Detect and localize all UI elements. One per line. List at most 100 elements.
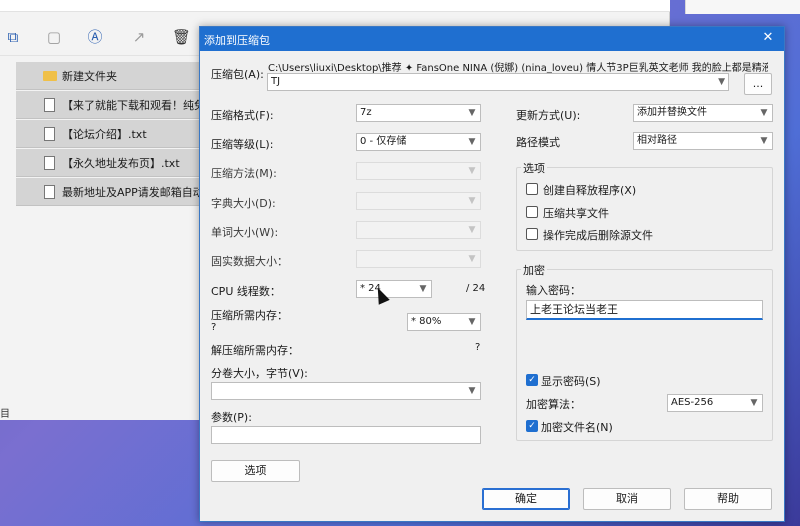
path-label: 路径模式 [516, 136, 560, 149]
options-group: 选项 创建自释放程序(X) 压缩共享文件 操作完成后删除源文件 [516, 160, 773, 251]
add-to-archive-dialog: 添加到压缩包 ✕ 压缩包(A): C:\Users\liuxi\Desktop\… [199, 26, 785, 522]
chevron-down-icon: ▼ [468, 166, 476, 176]
solid-label: 固实数据大小： [211, 255, 288, 268]
mem-decomp-label: 解压缩所需内存： [211, 344, 299, 357]
path-value: 相对路径 [637, 135, 677, 146]
word-select[interactable]: ▼ [356, 221, 481, 239]
mem-decomp-value: ? [475, 342, 481, 353]
chevron-down-icon: ▼ [468, 317, 476, 327]
volume-size-select[interactable]: ▼ [211, 382, 481, 400]
algo-value: AES-256 [671, 397, 714, 408]
dialog-titlebar[interactable]: 添加到压缩包 ✕ [200, 27, 784, 51]
chevron-down-icon: ▼ [760, 108, 768, 118]
chevron-down-icon: ▼ [419, 284, 427, 294]
help-button[interactable]: 帮助 [684, 488, 772, 510]
format-value: 7z [360, 107, 372, 118]
mem-percent-value: * 80% [411, 316, 442, 327]
file-icon [44, 185, 55, 199]
file-name: 【永久地址发布页】.txt [62, 156, 180, 170]
dialog-title: 添加到压缩包 [204, 34, 270, 47]
password-value: 上老王论坛当老王 [530, 303, 618, 316]
list-item[interactable]: 【来了就能下载和观看！纯免费 [16, 91, 206, 119]
background-window-edge [685, 0, 800, 14]
chevron-down-icon: ▼ [468, 254, 476, 264]
delete-after-checkbox[interactable] [526, 228, 538, 240]
mem-comp-label: 压缩所需内存： [211, 309, 288, 322]
copy-icon[interactable]: ⧉ [4, 28, 22, 46]
params-input[interactable] [211, 426, 481, 444]
explorer-title-strip [0, 0, 670, 12]
rename-icon[interactable]: Ⓐ [86, 28, 104, 46]
cpu-max: / 24 [466, 283, 486, 294]
update-value: 添加并替换文件 [637, 107, 707, 118]
chevron-down-icon: ▼ [750, 398, 758, 408]
delete-after-label: 操作完成后删除源文件 [543, 229, 653, 242]
method-select[interactable]: ▼ [356, 162, 481, 180]
sfx-label: 创建自释放程序(X) [543, 184, 637, 197]
list-item[interactable]: 【永久地址发布页】.txt [16, 149, 206, 177]
show-password-checkbox[interactable]: ✓ [526, 374, 538, 386]
level-label: 压缩等级(L): [211, 138, 274, 151]
encryption-group: 加密 输入密码： 上老王论坛当老王 ✓ 显示密码(S) 加密算法： AES-25… [516, 262, 773, 441]
dict-select[interactable]: ▼ [356, 192, 481, 210]
cpu-threads-select[interactable]: * 24 ▼ [356, 280, 432, 298]
chevron-down-icon: ▼ [468, 137, 476, 147]
list-item[interactable]: 【论坛介绍】.txt [16, 120, 206, 148]
encrypt-names-label: 加密文件名(N) [541, 421, 613, 434]
encryption-algo-select[interactable]: AES-256 ▼ [667, 394, 763, 412]
chevron-down-icon: ▼ [468, 196, 476, 206]
share-icon[interactable]: ↗ [130, 28, 148, 46]
archive-path: C:\Users\liuxi\Desktop\推荐 ✦ FansOne NINA… [268, 63, 768, 74]
shared-label: 压缩共享文件 [543, 207, 609, 220]
folder-icon [43, 71, 57, 81]
chevron-down-icon: ▼ [468, 225, 476, 235]
file-icon [44, 127, 55, 141]
browse-button[interactable]: ... [744, 73, 772, 95]
level-select[interactable]: 0 - 仅存储 ▼ [356, 133, 481, 151]
file-name: 【来了就能下载和观看！纯免费 [62, 98, 206, 112]
show-password-label: 显示密码(S) [541, 375, 601, 388]
shared-checkbox[interactable] [526, 206, 538, 218]
chevron-down-icon: ▼ [718, 77, 725, 87]
options-group-title: 选项 [521, 160, 547, 176]
algo-label: 加密算法： [526, 398, 581, 411]
solid-select[interactable]: ▼ [356, 250, 481, 268]
file-name: 【论坛介绍】.txt [62, 127, 147, 141]
chevron-down-icon: ▼ [468, 386, 476, 396]
file-icon [44, 98, 55, 112]
mem-comp-value: ? [211, 322, 217, 333]
path-mode-select[interactable]: 相对路径 ▼ [633, 132, 773, 150]
archive-name-value: TJ [271, 76, 281, 87]
archive-label: 压缩包(A): [211, 68, 264, 81]
format-label: 压缩格式(F): [211, 109, 274, 122]
options-button[interactable]: 选项 [211, 460, 300, 482]
dict-label: 字典大小(D): [211, 197, 276, 210]
sfx-checkbox[interactable] [526, 183, 538, 195]
encrypt-names-checkbox[interactable]: ✓ [526, 420, 538, 432]
paste-icon[interactable]: ▢ [45, 28, 63, 46]
close-icon[interactable]: ✕ [760, 29, 776, 47]
archive-name-combo[interactable]: TJ ▼ [267, 73, 729, 91]
password-label: 输入密码： [526, 284, 581, 297]
chevron-down-icon: ▼ [760, 136, 768, 146]
password-input[interactable]: 上老王论坛当老王 [526, 300, 763, 320]
list-item[interactable]: 新建文件夹 [16, 62, 206, 90]
word-label: 单词大小(W): [211, 226, 279, 239]
format-select[interactable]: 7z ▼ [356, 104, 481, 122]
update-mode-select[interactable]: 添加并替换文件 ▼ [633, 104, 773, 122]
method-label: 压缩方法(M): [211, 167, 277, 180]
delete-icon[interactable]: 🗑 [172, 28, 191, 46]
cancel-button[interactable]: 取消 [583, 488, 671, 510]
file-name: 新建文件夹 [62, 69, 117, 83]
update-label: 更新方式(U): [516, 109, 581, 122]
memory-usage-select[interactable]: * 80% ▼ [407, 313, 481, 331]
params-label: 参数(P): [211, 411, 252, 424]
encryption-group-title: 加密 [521, 262, 547, 278]
list-item[interactable]: 最新地址及APP请发邮箱自动 [16, 178, 206, 206]
ok-button[interactable]: 确定 [482, 488, 570, 510]
file-icon [44, 156, 55, 170]
status-bar-text: 目 [0, 409, 10, 420]
chevron-down-icon: ▼ [468, 108, 476, 118]
file-name: 最新地址及APP请发邮箱自动 [62, 185, 204, 199]
level-value: 0 - 仅存储 [360, 136, 407, 147]
